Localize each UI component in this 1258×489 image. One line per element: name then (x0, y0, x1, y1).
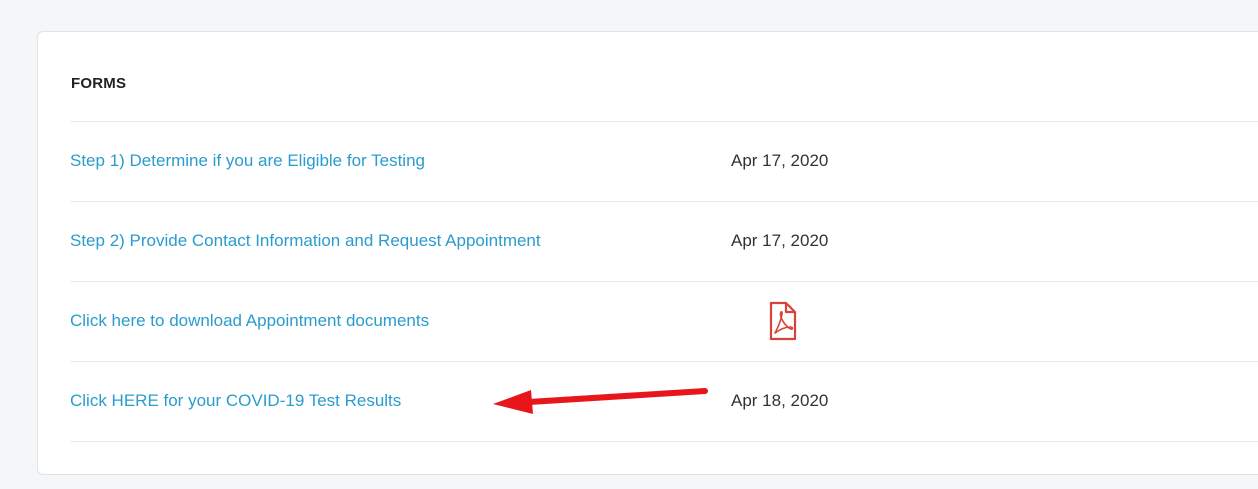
pdf-icon[interactable] (762, 299, 802, 343)
form-row-eligibility: Step 1) Determine if you are Eligible fo… (70, 121, 1258, 201)
contact-appointment-date: Apr 17, 2020 (731, 231, 829, 250)
test-results-date: Apr 18, 2020 (731, 391, 829, 410)
download-documents-link[interactable]: Click here to download Appointment docum… (70, 311, 429, 331)
contact-appointment-link[interactable]: Step 2) Provide Contact Information and … (70, 231, 541, 251)
eligibility-date: Apr 17, 2020 (731, 151, 829, 170)
form-row-contact: Step 2) Provide Contact Information and … (70, 201, 1258, 281)
form-row-documents: Click here to download Appointment docum… (70, 281, 1258, 361)
eligibility-link[interactable]: Step 1) Determine if you are Eligible fo… (70, 151, 425, 171)
red-arrow-icon (493, 388, 708, 414)
forms-title: FORMS (71, 75, 127, 92)
test-results-link[interactable]: Click HERE for your COVID-19 Test Result… (70, 391, 401, 411)
